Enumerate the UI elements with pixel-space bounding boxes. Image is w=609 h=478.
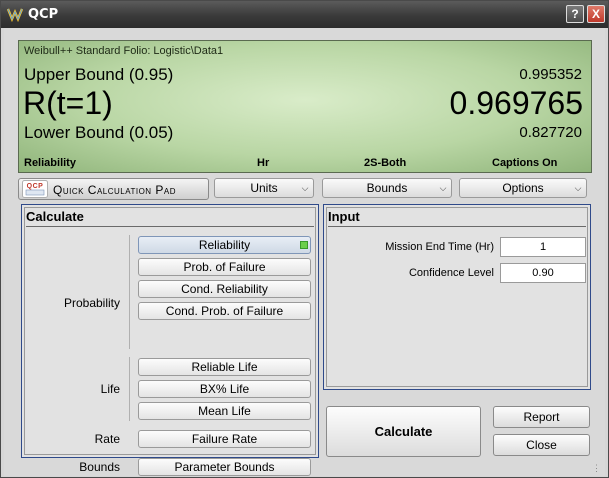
units-dropdown[interactable]: Units ⌵ xyxy=(214,178,314,198)
qcp-logo-text: QCP xyxy=(27,183,44,190)
input-panel: Input Mission End Time (Hr) 1 Confidence… xyxy=(323,204,591,390)
bounds-group-label: Bounds xyxy=(79,460,120,474)
divider xyxy=(328,226,586,227)
bounds-dropdown[interactable]: Bounds ⌵ xyxy=(322,178,452,198)
units-label: Units xyxy=(250,181,278,195)
dialog-body: Weibull++ Standard Folio: Logistic\Data1… xyxy=(4,28,605,476)
title-bar[interactable]: QCP ? X xyxy=(1,1,608,28)
upper-bound-label: Upper Bound (0.95) xyxy=(24,65,174,84)
close-icon: X xyxy=(591,7,600,21)
report-button[interactable]: Report xyxy=(493,406,590,428)
folio-name: Weibull++ Standard Folio: Logistic\Data1 xyxy=(24,45,224,57)
bx-life-button[interactable]: BX% Life xyxy=(138,380,311,398)
reliability-label: Reliability xyxy=(198,238,251,252)
mean-life-button[interactable]: Mean Life xyxy=(138,402,311,420)
status-metric: Reliability xyxy=(24,157,76,169)
result-value: 0.969765 xyxy=(449,85,583,121)
cond-reliability-button[interactable]: Cond. Reliability xyxy=(138,280,311,298)
qcp-logo-icon: QCP xyxy=(22,180,48,198)
upper-bound-value: 0.995352 xyxy=(519,66,582,83)
mission-end-time-label: Mission End Time (Hr) xyxy=(385,241,494,253)
lower-bound-label: Lower Bound (0.05) xyxy=(24,123,174,142)
help-button[interactable]: ? xyxy=(566,5,584,23)
close-button[interactable]: Close xyxy=(493,434,590,456)
options-label: Options xyxy=(502,181,544,195)
result-label: R(t=1) xyxy=(23,85,113,121)
mission-end-time-input[interactable]: 1 xyxy=(500,237,586,257)
confidence-level-label: Confidence Level xyxy=(408,267,494,279)
resize-grip-icon[interactable]: ⋮ xyxy=(592,463,601,474)
lower-bound-value: 0.827720 xyxy=(519,124,582,141)
status-bounds: 2S-Both xyxy=(364,157,407,169)
result-display: Weibull++ Standard Folio: Logistic\Data1… xyxy=(18,40,592,173)
divider xyxy=(26,226,314,227)
qcp-window: QCP ? X Weibull++ Standard Folio: Logist… xyxy=(0,0,609,478)
calculate-title: Calculate xyxy=(26,209,84,224)
help-icon: ? xyxy=(571,7,579,21)
prob-of-failure-button[interactable]: Prob. of Failure xyxy=(138,258,311,276)
chevron-down-icon: ⌵ xyxy=(574,183,582,193)
reliability-button[interactable]: Reliability xyxy=(138,236,311,254)
close-window-button[interactable]: X xyxy=(587,5,605,23)
rate-group-label: Rate xyxy=(94,432,120,446)
input-title: Input xyxy=(328,209,360,224)
options-dropdown[interactable]: Options ⌵ xyxy=(459,178,587,198)
confidence-level-input[interactable]: 0.90 xyxy=(500,263,586,283)
status-captions: Captions On xyxy=(492,157,558,169)
reliable-life-button[interactable]: Reliable Life xyxy=(138,358,311,376)
bounds-label: Bounds xyxy=(366,181,408,195)
input-panel-frame xyxy=(326,207,588,387)
probability-group-label: Probability xyxy=(63,296,120,310)
window-title: QCP xyxy=(28,7,59,22)
selected-indicator-icon xyxy=(300,241,308,249)
calculate-panel: Calculate Probability Reliability Prob. … xyxy=(21,204,319,476)
status-units: Hr xyxy=(257,157,270,169)
chevron-down-icon: ⌵ xyxy=(301,183,309,193)
divider xyxy=(129,235,130,349)
divider xyxy=(129,357,130,421)
life-group-label: Life xyxy=(100,382,120,396)
chevron-down-icon: ⌵ xyxy=(439,183,447,193)
qcp-label: Quick Calculation Pad xyxy=(53,183,177,197)
parameter-bounds-button[interactable]: Parameter Bounds xyxy=(138,458,311,476)
app-icon xyxy=(7,8,23,22)
cond-prob-of-failure-button[interactable]: Cond. Prob. of Failure xyxy=(138,302,311,320)
calculate-button[interactable]: Calculate xyxy=(326,406,481,457)
failure-rate-button[interactable]: Failure Rate xyxy=(138,430,311,448)
quick-calculation-pad-button[interactable]: QCP Quick Calculation Pad xyxy=(18,178,209,200)
